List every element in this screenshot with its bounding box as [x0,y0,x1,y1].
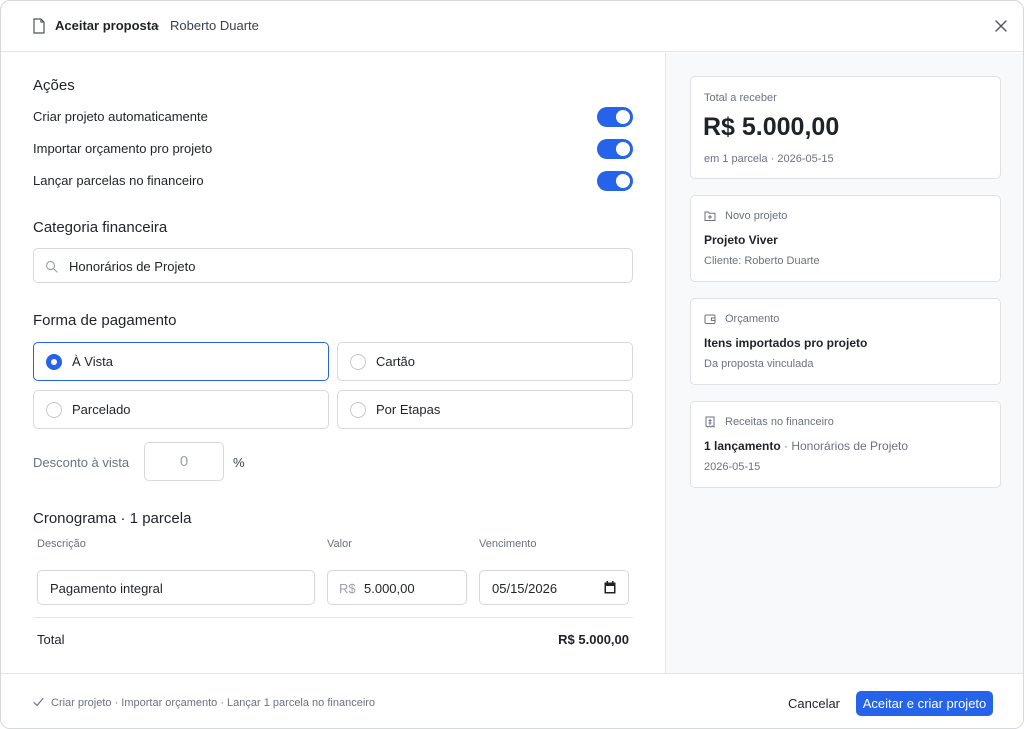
total-value: R$ 5.000,00 [558,632,629,647]
document-icon [33,18,45,34]
toggle-knob [616,110,630,124]
section-title-acoes: Ações [33,77,75,94]
actions-summary: Criar projeto · Importar orçamento · Lan… [51,697,376,709]
receipt-icon [705,416,715,428]
section-title-pagamento: Forma de pagamento [33,312,177,329]
receitas-category: · Honorários de Projeto [784,439,909,453]
column-header-descricao: Descrição [37,538,86,550]
projeto-client: Cliente: Roberto Duarte [704,255,820,267]
payment-option-a-vista[interactable]: À Vista [33,342,329,381]
cancel-button[interactable]: Cancelar [782,692,846,716]
radio-selected [46,354,62,370]
importar-orcamento-toggle[interactable] [597,139,633,159]
criar-projeto-toggle[interactable] [597,107,633,127]
vencimento-value: 05/15/2026 [492,581,558,596]
total-label: Total [37,632,65,647]
section-title-cronograma: Cronograma · 1 parcela [33,510,192,527]
client-name: Roberto Duarte [170,18,259,33]
wallet-icon [704,314,716,324]
categoria-value: Honorários de Projeto [69,259,196,274]
radio-unselected [350,402,366,418]
column-header-vencimento: Vencimento [479,538,537,550]
toggle-label: Importar orçamento pro projeto [33,141,213,156]
close-icon[interactable] [991,16,1011,36]
section-title-categoria: Categoria financeira [33,219,168,236]
novo-projeto-label: Novo projeto [725,210,788,222]
total-card-detail: em 1 parcela · 2026-05-15 [704,153,834,165]
dialog-header: Aceitar proposta · Roberto Duarte [1,1,1023,52]
descricao-value: Pagamento integral [50,581,163,596]
receitas-card: Receitas no financeiro 1 lançamento · Ho… [690,401,1001,488]
summary-panel: Total a receber R$ 5.000,00 em 1 parcela… [665,53,1023,673]
valor-value: 5.000,00 [364,581,415,596]
total-divider [33,617,633,618]
toggle-row-criar-projeto: Criar projeto automaticamente [33,105,633,129]
toggle-row-lancar-parcelas: Lançar parcelas no financeiro [33,169,633,193]
dialog-title: Aceitar proposta [55,18,159,33]
dialog-footer: Criar projeto · Importar orçamento · Lan… [1,673,1023,728]
payment-option-label: Parcelado [72,402,131,417]
receitas-label: Receitas no financeiro [725,416,834,428]
total-card: Total a receber R$ 5.000,00 em 1 parcela… [690,76,1001,179]
search-icon [45,260,58,273]
toggle-row-importar-orcamento: Importar orçamento pro projeto [33,137,633,161]
receitas-date: 2026-05-15 [704,461,761,473]
payment-option-parcelado[interactable]: Parcelado [33,390,329,429]
orcamento-card: Orçamento Itens importados pro projeto D… [690,298,1001,385]
column-header-valor: Valor [327,538,352,550]
payment-option-label: Cartão [376,354,416,369]
check-icon [33,697,44,707]
toggle-label: Lançar parcelas no financeiro [33,173,204,188]
lancar-parcelas-toggle[interactable] [597,171,633,191]
valor-input[interactable]: R$ 5.000,00 [327,570,467,605]
payment-option-label: Por Etapas [376,402,441,417]
accept-and-create-button[interactable]: Aceitar e criar projeto [856,691,993,716]
radio-unselected [46,402,62,418]
discount-unit: % [233,455,245,470]
folder-plus-icon [704,211,716,221]
novo-projeto-card: Novo projeto Projeto Viver Cliente: Robe… [690,195,1001,282]
toggle-label: Criar projeto automaticamente [33,109,208,124]
radio-unselected [350,354,366,370]
orcamento-name: Itens importados pro projeto [704,336,868,350]
calendar-icon[interactable] [604,581,616,594]
vencimento-date-input[interactable]: 05/15/2026 [479,570,629,605]
orcamento-detail: Da proposta vinculada [704,358,814,370]
descricao-input[interactable]: Pagamento integral [37,570,315,605]
title-separator: · [156,18,161,33]
currency-prefix: R$ [339,581,356,596]
payment-option-label: À Vista [72,354,113,369]
toggle-knob [616,142,630,156]
receitas-count: 1 lançamento [704,439,781,453]
payment-option-por-etapas[interactable]: Por Etapas [337,390,633,429]
orcamento-label: Orçamento [725,313,780,325]
discount-label: Desconto à vista [33,455,130,470]
total-card-amount: R$ 5.000,00 [703,113,840,141]
projeto-name: Projeto Viver [704,233,778,247]
payment-option-cartao[interactable]: Cartão [337,342,633,381]
toggle-knob [616,174,630,188]
accept-proposal-dialog: Aceitar proposta · Roberto Duarte Ações … [0,0,1024,729]
categoria-search-input[interactable]: Honorários de Projeto [33,248,633,283]
discount-input[interactable]: 0 [144,442,224,481]
form-panel: Ações Criar projeto automaticamente Impo… [1,53,665,673]
total-card-label: Total a receber [704,92,777,104]
